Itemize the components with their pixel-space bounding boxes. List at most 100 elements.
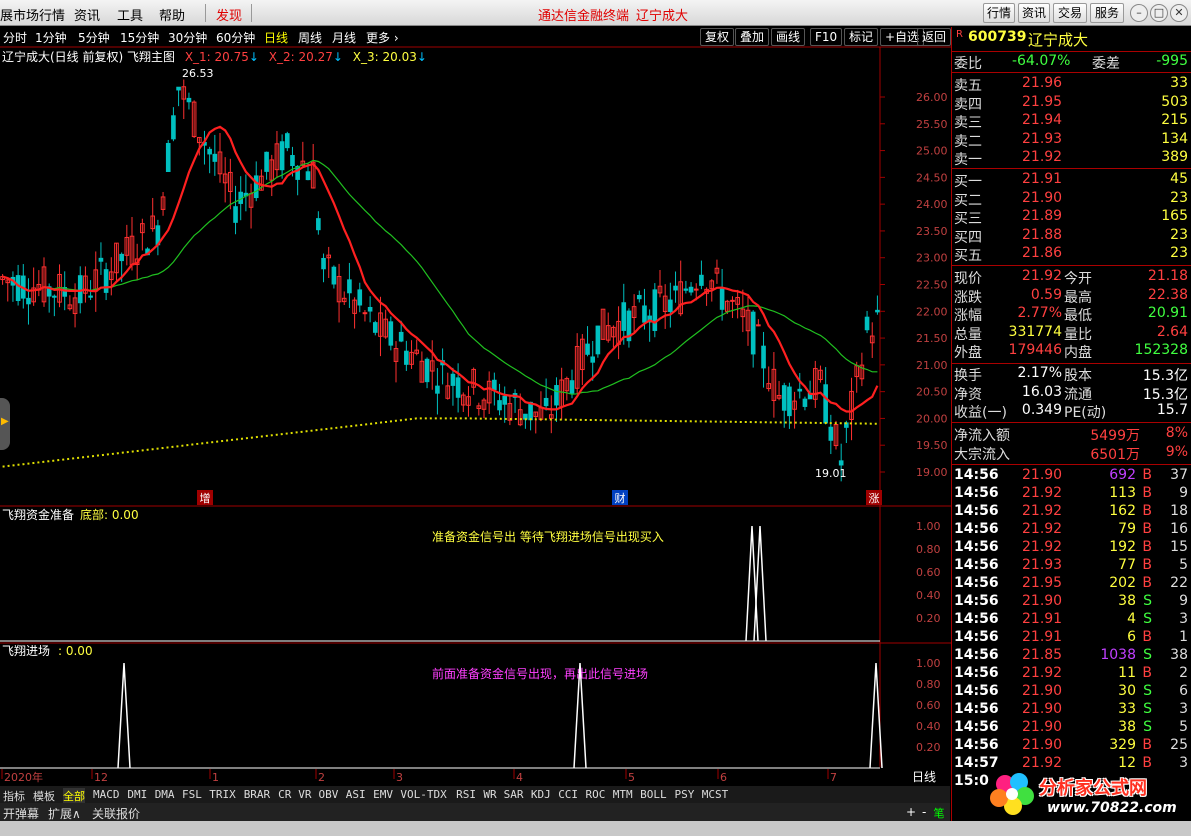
indicator-tab[interactable]: EMV: [373, 788, 393, 801]
weicha-label: 委差: [1092, 56, 1120, 72]
indicator-tab[interactable]: FSL: [182, 788, 202, 801]
indicator-tab[interactable]: TRIX: [209, 788, 236, 801]
indicator-tab[interactable]: BOLL: [640, 788, 667, 801]
candle-body: [331, 266, 337, 285]
indicator-tab[interactable]: WR: [483, 788, 496, 801]
candle-body: [750, 311, 756, 355]
minimize-icon[interactable]: –: [1130, 4, 1148, 22]
tick-time: 14:56: [954, 503, 999, 519]
menu-market[interactable]: 展市场行情: [0, 5, 65, 24]
left-collapse-handle[interactable]: ▶: [0, 398, 10, 450]
ask-volume: 215: [1161, 112, 1188, 128]
indicator-tab[interactable]: DMI: [127, 788, 147, 801]
indicator-tab[interactable]: ASI: [346, 788, 366, 801]
indicator-tab[interactable]: OBV: [319, 788, 339, 801]
indicator-tab[interactable]: MCST: [702, 788, 729, 801]
candle-body: [398, 331, 404, 342]
menu-discover[interactable]: 发现: [216, 5, 242, 24]
indicator-tab[interactable]: 指标: [3, 788, 25, 804]
flow-label: 净流入额: [954, 428, 1010, 444]
ask-label: 卖五: [954, 78, 982, 94]
candle-body: [636, 295, 642, 300]
stat-value: 15.7: [1156, 402, 1188, 418]
weicha-value: -995: [1156, 53, 1188, 69]
tick-volume: 329: [1109, 737, 1136, 753]
tick-count: 38: [1170, 647, 1188, 663]
candle-body: [761, 345, 766, 369]
tick-price: 21.90: [1022, 719, 1063, 735]
tick-side: B: [1142, 557, 1152, 573]
menu-tools[interactable]: 工具: [117, 5, 143, 24]
btn-service[interactable]: 服务: [1090, 3, 1124, 23]
ask-label: 卖三: [954, 115, 982, 131]
tick-side: B: [1142, 539, 1152, 555]
status-bar: [0, 821, 1191, 836]
candle-body: [781, 385, 787, 411]
maximize-icon[interactable]: □: [1150, 4, 1168, 22]
tick-side: B: [1142, 629, 1152, 645]
indicator-tab[interactable]: ROC: [586, 788, 606, 801]
bid-price: 21.88: [1022, 226, 1063, 243]
ask-label: 卖一: [954, 152, 982, 168]
stat-label: 最高: [1064, 289, 1092, 306]
indicator-tab[interactable]: DMA: [155, 788, 175, 801]
tick-count: 37: [1170, 467, 1188, 483]
zoom-minus[interactable]: -: [922, 805, 926, 819]
close-icon[interactable]: ✕: [1170, 4, 1188, 22]
candle-body: [404, 350, 409, 365]
candle-body: [683, 288, 689, 291]
side-label: 笔: [929, 805, 949, 821]
bid-volume: 165: [1161, 208, 1188, 224]
tab-danmu[interactable]: 开弹幕: [3, 805, 39, 822]
flow-value: 6501万: [1090, 447, 1140, 463]
indicator-tab[interactable]: CCI: [558, 788, 578, 801]
indicator-tab[interactable]: 全部: [63, 788, 85, 804]
price-tick: 22.50: [916, 279, 948, 292]
indicator-tab[interactable]: BRAR: [244, 788, 271, 801]
candle-body: [699, 274, 704, 286]
tab-related[interactable]: 关联报价: [92, 805, 140, 822]
ask-volume: 503: [1161, 93, 1188, 110]
tick-count: 6: [1179, 683, 1188, 699]
btn-news[interactable]: 资讯: [1018, 3, 1050, 23]
indicator-tab[interactable]: VR: [298, 788, 311, 801]
indicator-tab[interactable]: 模板: [33, 788, 55, 804]
indicator-tab[interactable]: PSY: [675, 788, 695, 801]
tick-time: 14:56: [954, 557, 999, 573]
kline-chart[interactable]: 26.00 25.50 25.00 24.50 24.00 23.50 23.00 22.50…: [0, 27, 951, 786]
stat-label: 净资: [954, 386, 982, 403]
candle-body: [673, 285, 678, 291]
tick-volume: 38: [1118, 593, 1136, 609]
stat-value: 179446: [1008, 342, 1062, 358]
price-tick: 24.00: [916, 198, 948, 211]
signal-spike: [117, 662, 131, 769]
zoom-plus[interactable]: +: [906, 805, 916, 819]
indicator-tab[interactable]: VOL-TDX: [400, 788, 446, 801]
candle-body: [590, 356, 596, 363]
stat-label: 今开: [1064, 271, 1092, 287]
ind-tick: 1.00: [916, 520, 941, 533]
btn-trade[interactable]: 交易: [1053, 3, 1087, 23]
menu-news[interactable]: 资讯: [74, 5, 100, 24]
ind1-sub: 底部: 0.00: [80, 507, 139, 522]
bid-label: 买三: [954, 211, 982, 227]
btn-quote[interactable]: 行情: [983, 3, 1015, 23]
bid-volume: 23: [1170, 226, 1188, 243]
candle-body: [305, 171, 311, 181]
candle-body: [585, 343, 590, 355]
tab-expand[interactable]: 扩展∧: [48, 805, 81, 822]
tick-count: 3: [1179, 611, 1188, 627]
indicator-tab[interactable]: RSI: [456, 788, 476, 801]
indicator-tab[interactable]: SAR: [504, 788, 524, 801]
event-cai: 财: [615, 491, 626, 505]
stock-code: 600739: [968, 29, 1027, 45]
indicator-tab[interactable]: CR: [278, 788, 291, 801]
indicator-tab[interactable]: MTM: [613, 788, 633, 801]
top-menu-bar: 展市场行情 资讯 工具 帮助 发现 通达信金融终端 辽宁成大 行情 资讯 交易 …: [0, 0, 1191, 26]
ask-volume: 33: [1170, 75, 1188, 91]
menu-help[interactable]: 帮助: [159, 5, 185, 24]
tick-time: 14:56: [954, 539, 999, 555]
date-tick: 1: [212, 771, 219, 784]
indicator-tab[interactable]: KDJ: [531, 788, 551, 801]
indicator-tab[interactable]: MACD: [93, 788, 120, 801]
